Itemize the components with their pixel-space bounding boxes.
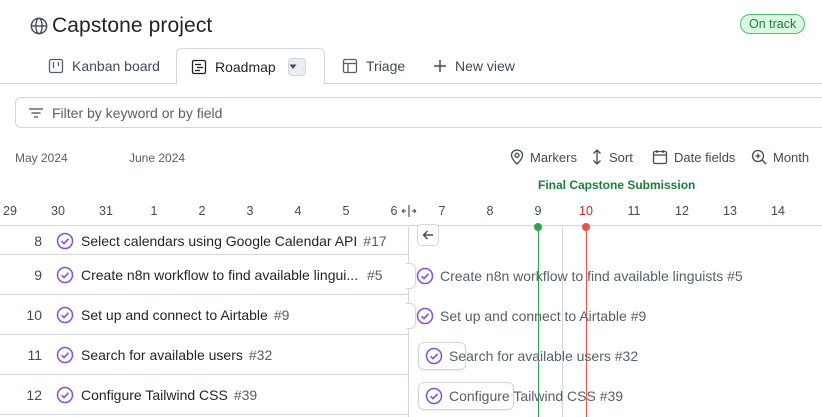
issue-closed-icon (416, 267, 434, 285)
markers-button[interactable]: Markers (510, 147, 577, 167)
timeline-item[interactable]: Set up and connect to Airtable #9 (416, 303, 646, 329)
location-pin-icon (510, 149, 524, 165)
markers-label: Markers (530, 149, 577, 165)
timeline-item-label: Set up and connect to Airtable #9 (440, 308, 647, 324)
roadmap-icon (191, 59, 207, 74)
offscreen-item-indicator[interactable] (406, 263, 416, 289)
item-ref: #32 (248, 346, 273, 363)
today-dot (582, 223, 590, 231)
issue-closed-icon (56, 386, 74, 403)
column-resize-icon[interactable] (401, 204, 417, 218)
month-label-june: June 2024 (129, 151, 186, 165)
day-label: 13 (723, 204, 737, 218)
status-badge[interactable]: On track (740, 14, 806, 34)
item-ref: #9 (273, 306, 290, 323)
issue-closed-icon (425, 347, 443, 365)
table-row[interactable]: 12 Configure Tailwind CSS #39 (0, 375, 409, 415)
page-title: Capstone project (52, 14, 213, 37)
filter-icon (29, 107, 43, 118)
tab-roadmap[interactable]: Roadmap (176, 48, 325, 85)
day-label: 11 (627, 204, 641, 218)
zoom-month-button[interactable]: Month (751, 147, 809, 167)
sort-label: Sort (609, 149, 633, 165)
issue-closed-icon (416, 307, 434, 325)
timeline-item[interactable]: Configure Tailwind CSS #39 (425, 383, 623, 409)
day-label: 4 (294, 204, 302, 218)
day-label: 1 (150, 204, 158, 218)
sort-icon (593, 149, 601, 165)
day-label: 12 (675, 204, 689, 218)
table-icon (342, 58, 358, 74)
day-label: 31 (99, 204, 113, 218)
item-ref: #5 (367, 266, 383, 283)
view-tabs: Kanban board Roadmap Triage New view (0, 48, 822, 85)
timeline-item-label: Create n8n workflow to find available li… (440, 268, 743, 284)
row-number: 9 (34, 266, 42, 283)
table-row[interactable]: 8 Select calendars using Google Calendar… (0, 227, 409, 255)
day-label: 8 (486, 204, 494, 218)
view-options-button[interactable] (287, 57, 306, 76)
kanban-icon (48, 58, 64, 74)
item-title[interactable]: Create n8n workflow to find available li… (81, 267, 361, 283)
issue-closed-icon (56, 306, 74, 323)
day-label: 14 (771, 204, 785, 218)
offscreen-item-indicator[interactable] (406, 303, 416, 329)
day-label: 6 (390, 204, 398, 218)
filter-bar[interactable] (15, 97, 822, 128)
item-ref: #17 (363, 232, 387, 249)
timeline-item-label: Search for available users #32 (449, 348, 639, 364)
day-label-marker: 9 (534, 204, 542, 218)
item-title[interactable]: Set up and connect to Airtable (81, 307, 268, 323)
calendar-icon (652, 150, 668, 165)
plus-icon (434, 60, 446, 72)
triangle-down-icon (289, 64, 297, 69)
zoom-in-icon (751, 149, 767, 165)
date-fields-button[interactable]: Date fields (652, 147, 735, 167)
tab-label: Kanban board (72, 58, 160, 74)
day-label-today: 10 (579, 204, 593, 218)
item-title[interactable]: Select calendars using Google Calendar A… (81, 233, 357, 249)
row-number: 11 (27, 346, 42, 363)
day-label: 3 (246, 204, 254, 218)
row-number: 12 (26, 386, 42, 403)
month-label-may: May 2024 (15, 151, 68, 165)
scroll-to-item-button[interactable] (417, 224, 439, 246)
item-title[interactable]: Search for available users (81, 347, 243, 363)
tab-label: Roadmap (215, 58, 276, 75)
marker-label[interactable]: Final Capstone Submission (538, 178, 695, 192)
timeline-item-label: Configure Tailwind CSS #39 (449, 388, 624, 404)
marker-dot[interactable] (534, 223, 542, 231)
day-label: 2 (198, 204, 206, 218)
item-title[interactable]: Configure Tailwind CSS (81, 387, 228, 403)
project-header: Capstone project (30, 12, 212, 40)
table-row[interactable]: 9 Create n8n workflow to find available … (0, 255, 409, 295)
date-fields-label: Date fields (674, 149, 736, 165)
day-label: 7 (438, 204, 446, 218)
sort-button[interactable]: Sort (591, 147, 633, 167)
arrow-left-icon (422, 230, 433, 240)
issue-closed-icon (425, 387, 443, 405)
filter-input[interactable] (52, 104, 552, 121)
tab-label: Triage (366, 58, 406, 74)
new-view-button[interactable]: New view (433, 48, 515, 84)
day-label: 30 (51, 204, 65, 218)
zoom-label: Month (773, 149, 810, 165)
item-table: 8 Select calendars using Google Calendar… (0, 227, 409, 415)
day-label: 29 (3, 204, 17, 218)
table-row[interactable]: 10 Set up and connect to Airtable #9 (0, 295, 409, 335)
issue-closed-icon (56, 266, 74, 283)
issue-closed-icon (56, 232, 74, 249)
item-ref: #39 (233, 386, 258, 403)
globe-icon (30, 17, 48, 35)
tab-triage[interactable]: Triage (342, 48, 405, 84)
table-row[interactable]: 11 Search for available users #32 (0, 335, 409, 375)
issue-closed-icon (56, 346, 74, 363)
timeline-item[interactable]: Search for available users #32 (425, 343, 638, 369)
timeline-item[interactable]: Create n8n workflow to find available li… (416, 263, 743, 289)
day-label: 5 (342, 204, 350, 218)
row-number: 8 (34, 232, 42, 249)
tab-kanban-board[interactable]: Kanban board (48, 48, 160, 84)
tab-label: New view (455, 58, 515, 74)
row-number: 10 (26, 306, 42, 323)
